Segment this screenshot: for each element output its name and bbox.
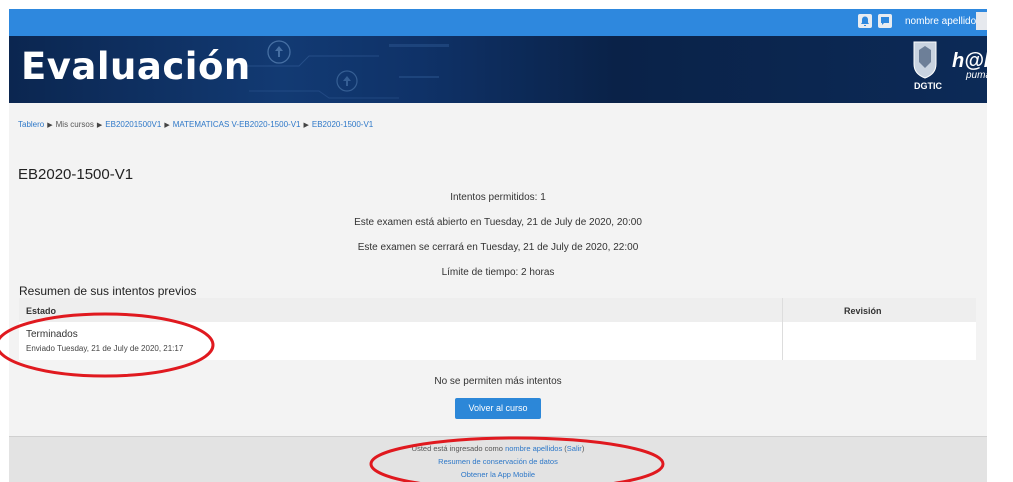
banner-decoration: [239, 40, 449, 99]
dgtic-logo-text: DGTIC: [914, 81, 942, 91]
avatar[interactable]: [976, 12, 987, 30]
breadcrumb-separator-icon: ▶: [47, 122, 53, 129]
footer: Usted está ingresado como nombre apellid…: [9, 436, 987, 482]
mobile-app-link[interactable]: Obtener la App Mobile: [461, 470, 535, 479]
quiz-info-time-limit: Límite de tiempo: 2 horas: [441, 267, 555, 278]
breadcrumb-item-section[interactable]: MATEMATICAS V-EB2020-1500-V1: [173, 120, 301, 129]
footer-login-info: Usted está ingresado como nombre apellid…: [411, 444, 585, 453]
banner: Evaluación DGTIC h@bitat puma: [9, 36, 987, 103]
user-menu-name[interactable]: nombre apellidos: [905, 16, 981, 27]
footer-user-link[interactable]: nombre apellidos: [505, 444, 562, 453]
attempts-summary-heading: Resumen de sus intentos previos: [19, 284, 197, 298]
attempt-state: Terminados: [26, 329, 78, 340]
breadcrumb: Tablero ▶ Mis cursos ▶ EB20201500V1 ▶ MATEMATI…: [18, 120, 373, 129]
no-more-attempts-message: No se permiten más intentos: [434, 376, 562, 387]
footer-mobile-app: Obtener la App Mobile: [9, 470, 987, 479]
messages-icon[interactable]: [878, 14, 892, 28]
column-header-review: Revisión: [844, 306, 882, 316]
habitat-logo-sub: puma: [966, 70, 987, 81]
footer-logged-prefix: Usted está ingresado como: [411, 444, 503, 453]
banner-title: Evaluación: [21, 45, 251, 88]
quiz-info-attempts: Intentos permitidos: 1: [450, 192, 546, 203]
attempts-table: Estado Revisión Terminados Enviado Tuesd…: [19, 298, 976, 360]
quiz-info-close: Este examen se cerrará en Tuesday, 21 de…: [357, 242, 639, 253]
breadcrumb-item-tablero[interactable]: Tablero: [18, 120, 44, 129]
column-header-state: Estado: [26, 306, 57, 316]
notifications-icon[interactable]: [858, 14, 872, 28]
breadcrumb-separator-icon: ▶: [96, 122, 103, 129]
page-title: EB2020-1500-V1: [18, 166, 134, 183]
breadcrumb-item-quiz[interactable]: EB2020-1500-V1: [312, 120, 373, 129]
breadcrumb-separator-icon: ▶: [164, 122, 170, 129]
table-header: Estado Revisión: [19, 298, 976, 322]
moodle-page: nombre apellidos Evaluación DGTIC h@bita…: [9, 9, 987, 482]
back-to-course-button[interactable]: Volver al curso: [455, 398, 541, 419]
attempt-submitted-date: Enviado Tuesday, 21 de July de 2020, 21:…: [26, 344, 184, 353]
breadcrumb-item-course-code[interactable]: EB20201500V1: [105, 120, 161, 129]
breadcrumb-separator-icon: ▶: [303, 122, 309, 129]
quiz-info-open: Este examen está abierto en Tuesday, 21 …: [354, 217, 642, 228]
footer-data-retention: Resumen de conservación de datos: [9, 457, 987, 466]
breadcrumb-item-mis-cursos: Mis cursos: [55, 120, 94, 129]
top-navbar: nombre apellidos: [9, 9, 987, 36]
column-divider: [782, 298, 783, 360]
footer-logout-link[interactable]: Salir: [567, 444, 582, 453]
unam-shield-icon: [913, 41, 937, 79]
data-retention-link[interactable]: Resumen de conservación de datos: [438, 457, 558, 466]
